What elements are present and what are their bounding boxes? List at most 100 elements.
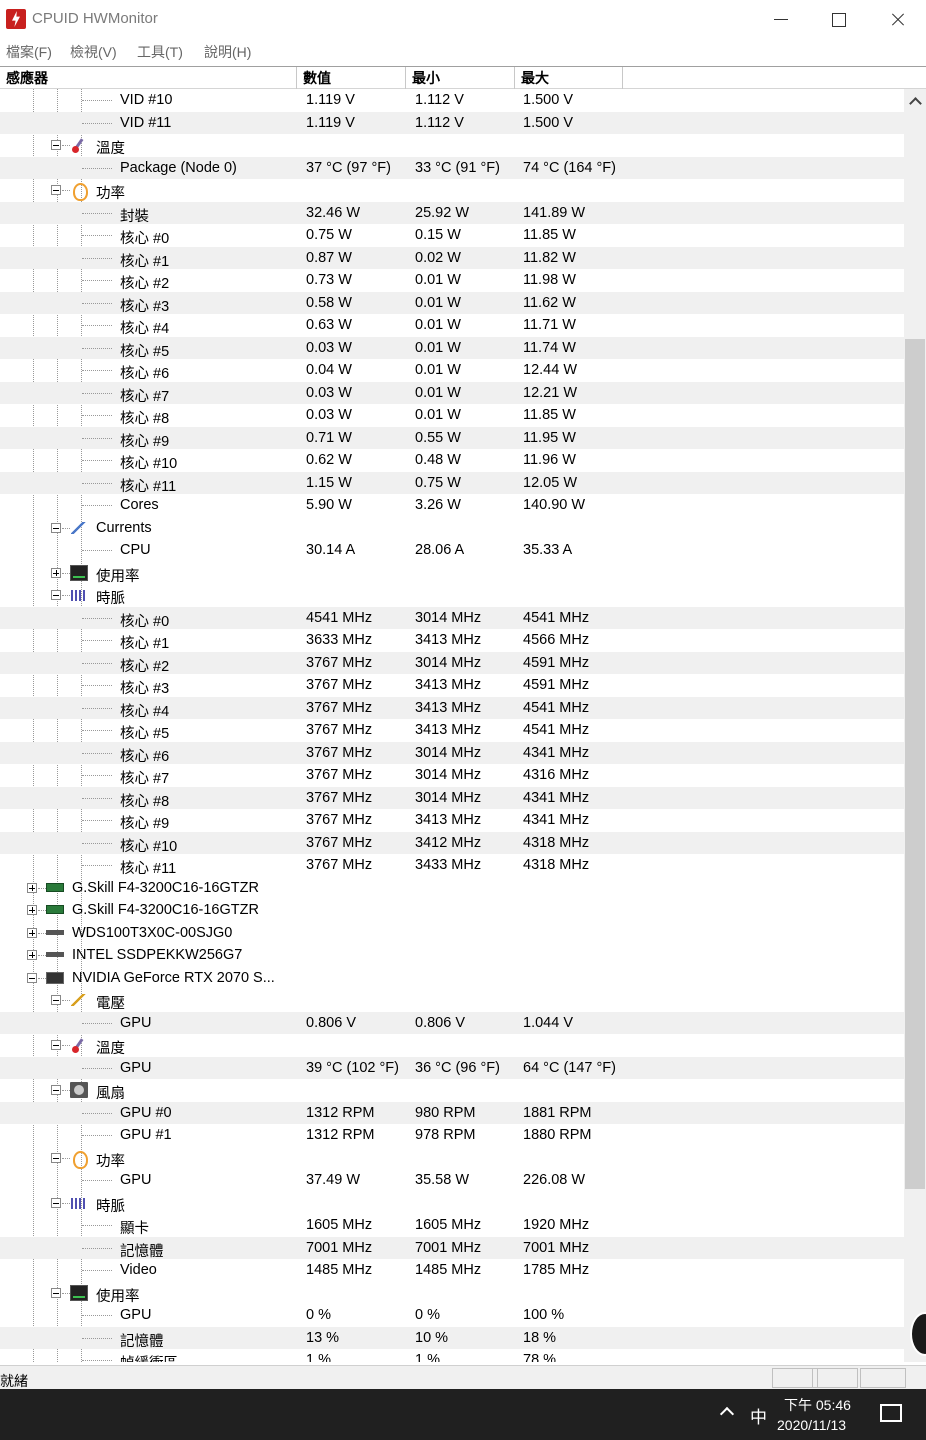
minimize-button[interactable] <box>752 0 810 38</box>
close-button[interactable] <box>868 0 926 38</box>
expand-plus-icon[interactable] <box>27 882 37 893</box>
sensor-row[interactable]: 核心 #0 0.75 W 0.15 W 11.85 W <box>0 224 904 247</box>
sensor-row[interactable]: Package (Node 0) 37 °C (97 °F) 33 °C (91 °… <box>0 156 904 179</box>
expand-plus-icon[interactable] <box>51 567 61 578</box>
sensor-row[interactable]: 核心 #10 0.62 W 0.48 W 11.96 W <box>0 449 904 472</box>
sensor-group-row[interactable]: 使用率 <box>0 1282 904 1305</box>
sensor-group-row[interactable]: 電壓 <box>0 989 904 1012</box>
sensor-min: 3413 MHz <box>415 632 482 648</box>
sensor-row[interactable]: 幀緩衝區 1 % 1 % 78 % <box>0 1349 904 1362</box>
collapse-minus-icon[interactable] <box>51 1040 61 1050</box>
clock-date[interactable]: 2020/11/13 <box>777 1417 846 1433</box>
column-value[interactable]: 數值 <box>297 67 406 89</box>
sensor-row[interactable]: 記憶體 7001 MHz 7001 MHz 7001 MHz <box>0 1236 904 1260</box>
sensor-group-row[interactable]: WDS100T3X0C-00SJG0 <box>0 922 904 945</box>
sensor-row[interactable]: 核心 #0 4541 MHz 3014 MHz 4541 MHz <box>0 606 904 630</box>
sensor-row[interactable]: 核心 #7 3767 MHz 3014 MHz 4316 MHz <box>0 764 904 787</box>
sensor-label: 核心 #4 <box>120 703 170 720</box>
maximize-button[interactable] <box>810 0 868 38</box>
sensor-row[interactable]: GPU 0 % 0 % 100 % <box>0 1304 904 1327</box>
sensor-row[interactable]: 核心 #5 3767 MHz 3413 MHz 4541 MHz <box>0 719 904 742</box>
sensor-row[interactable]: Video 1485 MHz 1485 MHz 1785 MHz <box>0 1259 904 1282</box>
collapse-minus-icon[interactable] <box>51 1197 61 1208</box>
sensor-group-row[interactable]: 時脈 <box>0 584 904 607</box>
sensor-row[interactable]: 核心 #8 0.03 W 0.01 W 11.85 W <box>0 404 904 427</box>
sensor-row[interactable]: 核心 #11 3767 MHz 3433 MHz 4318 MHz <box>0 854 904 877</box>
collapse-minus-icon[interactable] <box>27 972 37 983</box>
notification-center-icon[interactable] <box>880 1404 902 1422</box>
sensor-row[interactable]: 顯卡 1605 MHz 1605 MHz 1920 MHz <box>0 1214 904 1237</box>
collapse-minus-icon[interactable] <box>51 522 61 533</box>
sensor-label: 記憶體 <box>120 1243 164 1260</box>
sensor-row[interactable]: 核心 #3 0.58 W 0.01 W 11.62 W <box>0 291 904 315</box>
menu-help[interactable]: 說明(H) <box>204 42 251 62</box>
sensor-group-row[interactable]: 風扇 <box>0 1079 904 1102</box>
sensor-row[interactable]: 核心 #11 1.15 W 0.75 W 12.05 W <box>0 471 904 495</box>
sensor-group-row[interactable]: G.Skill F4-3200C16-16GTZR <box>0 899 904 922</box>
expand-plus-icon[interactable] <box>27 927 37 938</box>
sensor-group-row[interactable]: 溫度 <box>0 134 904 157</box>
column-max[interactable]: 最大 <box>515 67 623 89</box>
menu-file[interactable]: 檔案(F) <box>6 42 52 62</box>
sensor-row[interactable]: GPU #1 1312 RPM 978 RPM 1880 RPM <box>0 1124 904 1147</box>
collapse-minus-icon[interactable] <box>51 1085 61 1095</box>
sensor-value: 1.15 W <box>306 474 352 491</box>
sensor-row[interactable]: 核心 #9 0.71 W 0.55 W 11.95 W <box>0 426 904 450</box>
sensor-row[interactable]: GPU 39 °C (102 °F) 36 °C (96 °F) 64 °C (147… <box>0 1056 904 1079</box>
column-min[interactable]: 最小 <box>406 67 515 89</box>
sensor-row[interactable]: 核心 #10 3767 MHz 3412 MHz 4318 MHz <box>0 831 904 855</box>
sensor-row[interactable]: 核心 #4 3767 MHz 3413 MHz 4541 MHz <box>0 696 904 720</box>
tray-chevron-up-icon[interactable] <box>719 1406 735 1422</box>
collapse-minus-icon[interactable] <box>51 140 61 150</box>
sensor-row[interactable]: 核心 #6 3767 MHz 3014 MHz 4341 MHz <box>0 741 904 765</box>
sensor-row[interactable]: GPU 37.49 W 35.58 W 226.08 W <box>0 1169 904 1192</box>
sensor-row[interactable]: 封裝 32.46 W 25.92 W 141.89 W <box>0 201 904 225</box>
sensor-row[interactable]: CPU 30.14 A 28.06 A 35.33 A <box>0 539 904 562</box>
scroll-up-arrow-icon[interactable] <box>908 93 922 107</box>
sensor-row[interactable]: Cores 5.90 W 3.26 W 140.90 W <box>0 494 904 517</box>
sensor-row[interactable]: 核心 #2 3767 MHz 3014 MHz 4591 MHz <box>0 651 904 675</box>
column-sensor[interactable]: 感應器 <box>0 67 297 89</box>
sensor-max: 1881 RPM <box>523 1104 592 1121</box>
sensor-group-row[interactable]: 功率 <box>0 179 904 202</box>
sensor-row[interactable]: 核心 #3 3767 MHz 3413 MHz 4591 MHz <box>0 674 904 697</box>
sensor-row[interactable]: VID #11 1.119 V 1.112 V 1.500 V <box>0 111 904 134</box>
clock-time[interactable]: 下午 05:46 <box>784 1395 851 1415</box>
collapse-minus-icon[interactable] <box>51 185 61 195</box>
sensor-row[interactable]: GPU 0.806 V 0.806 V 1.044 V <box>0 1011 904 1034</box>
sensor-row[interactable]: 記憶體 13 % 10 % 18 % <box>0 1326 904 1350</box>
vertical-scrollbar[interactable] <box>904 89 926 1362</box>
collapse-minus-icon[interactable] <box>51 1287 61 1298</box>
collapse-minus-icon[interactable] <box>51 995 61 1005</box>
collapse-minus-icon[interactable] <box>51 590 61 600</box>
scroll-thumb[interactable] <box>905 339 925 1189</box>
sensor-row[interactable]: 核心 #5 0.03 W 0.01 W 11.74 W <box>0 336 904 360</box>
collapse-minus-icon[interactable] <box>51 1152 61 1163</box>
sensor-group-row[interactable]: 功率 <box>0 1147 904 1170</box>
sensor-row[interactable]: VID #10 1.119 V 1.112 V 1.500 V <box>0 89 904 112</box>
sensor-row[interactable]: 核心 #1 3633 MHz 3413 MHz 4566 MHz <box>0 629 904 652</box>
ime-indicator[interactable]: 中 <box>750 1403 767 1428</box>
sensor-row[interactable]: 核心 #9 3767 MHz 3413 MHz 4341 MHz <box>0 809 904 832</box>
tree-branch-line <box>82 1112 112 1114</box>
sensor-row[interactable]: 核心 #6 0.04 W 0.01 W 12.44 W <box>0 359 904 382</box>
sensor-row[interactable]: 核心 #8 3767 MHz 3014 MHz 4341 MHz <box>0 786 904 810</box>
sensor-tree[interactable]: VID #10 1.119 V 1.112 V 1.500 V VID #11 1.119… <box>0 89 904 1362</box>
sensor-row[interactable]: 核心 #1 0.87 W 0.02 W 11.82 W <box>0 246 904 270</box>
sensor-row[interactable]: 核心 #7 0.03 W 0.01 W 12.21 W <box>0 381 904 405</box>
sensor-row[interactable]: 核心 #4 0.63 W 0.01 W 11.71 W <box>0 314 904 337</box>
sensor-group-row[interactable]: 時脈 <box>0 1192 904 1215</box>
expand-plus-icon[interactable] <box>27 905 37 915</box>
expand-plus-icon[interactable] <box>27 950 37 960</box>
sensor-group-row[interactable]: NVIDIA GeForce RTX 2070 S... <box>0 967 904 990</box>
tree-branch-line <box>82 347 112 349</box>
sensor-row[interactable]: 核心 #2 0.73 W 0.01 W 11.98 W <box>0 269 904 292</box>
sensor-group-row[interactable]: INTEL SSDPEKKW256G7 <box>0 944 904 967</box>
menu-view[interactable]: 檢視(V) <box>70 42 117 62</box>
sensor-group-row[interactable]: 使用率 <box>0 562 904 585</box>
sensor-row[interactable]: GPU #0 1312 RPM 980 RPM 1881 RPM <box>0 1101 904 1124</box>
menu-tools[interactable]: 工具(T) <box>137 42 183 62</box>
sensor-group-row[interactable]: 溫度 <box>0 1034 904 1057</box>
sensor-group-row[interactable]: G.Skill F4-3200C16-16GTZR <box>0 877 904 900</box>
sensor-group-row[interactable]: Currents <box>0 517 904 540</box>
